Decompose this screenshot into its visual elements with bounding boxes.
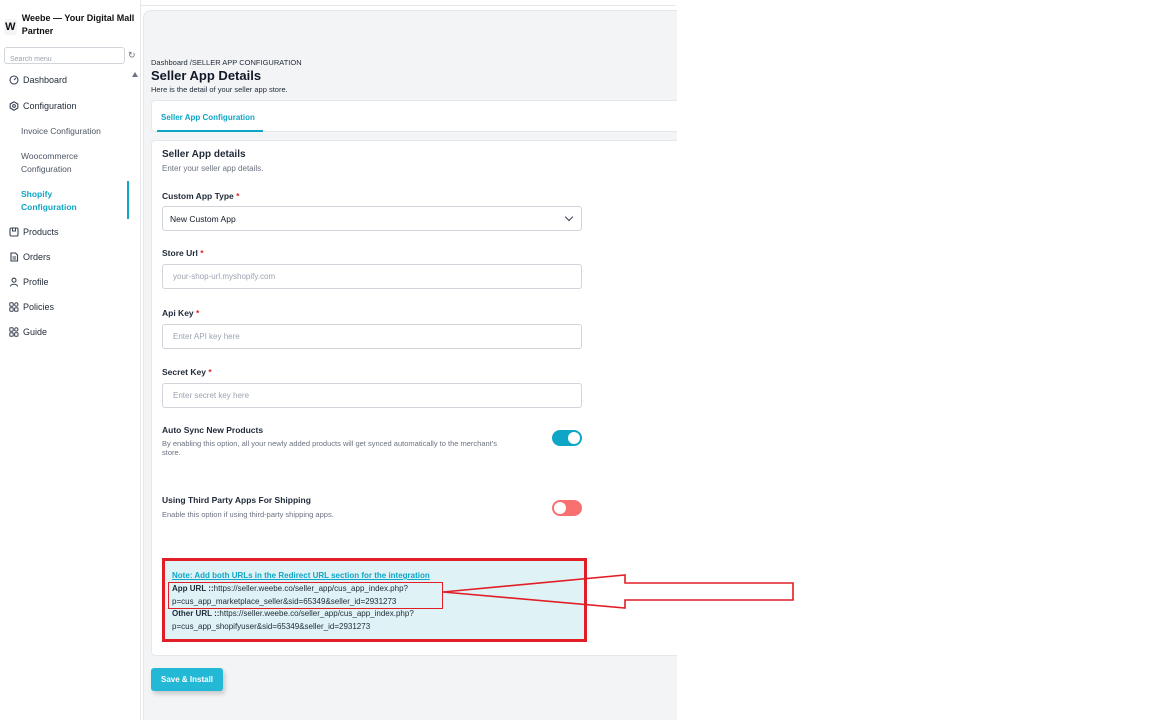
- sidebar-item-label: Orders: [23, 251, 51, 262]
- sidebar-item-label: Dashboard: [23, 74, 68, 85]
- brand: W Weebe — Your Digital Mall Partner: [4, 12, 138, 38]
- section-subtitle: Enter your seller app details.: [162, 164, 264, 173]
- sidebar-item-configuration[interactable]: Configuration: [8, 100, 77, 111]
- sidebar-subitem-invoice-configuration[interactable]: Invoice Configuration: [21, 125, 101, 138]
- active-indicator: [127, 181, 129, 219]
- secret-key-field: [162, 383, 582, 408]
- refresh-icon[interactable]: ↻: [128, 50, 136, 61]
- label-text: Custom App Type: [162, 191, 234, 201]
- sidebar-item-dashboard[interactable]: Dashboard: [8, 74, 67, 85]
- auto-sync-toggle[interactable]: [552, 430, 582, 446]
- user-icon: [8, 276, 19, 287]
- label-text: Api Key: [162, 308, 194, 318]
- sidebar-item-policies[interactable]: Policies: [8, 301, 54, 312]
- auto-sync-title: Auto Sync New Products: [162, 425, 264, 435]
- sidebar-item-label: Profile: [23, 276, 49, 287]
- label-text: Store Url: [162, 248, 198, 258]
- tab-seller-app-configuration[interactable]: Seller App Configuration: [161, 113, 255, 122]
- required-marker: *: [208, 367, 212, 377]
- secret-key-input[interactable]: [163, 384, 581, 407]
- sidebar-item-label: Products: [23, 226, 59, 237]
- sidebar: W Weebe — Your Digital Mall Partner ↻ Da…: [0, 0, 141, 720]
- other-url-value-1: https://seller.weebe.co/seller_app/cus_a…: [219, 609, 414, 618]
- api-key-input[interactable]: [163, 325, 581, 348]
- store-url-input[interactable]: [163, 265, 581, 288]
- api-key-field: [162, 324, 582, 349]
- required-marker: *: [200, 248, 204, 258]
- brand-logo-icon[interactable]: W: [4, 19, 17, 35]
- auto-sync-description: By enabling this option, all your newly …: [162, 439, 497, 457]
- toggle-knob: [554, 502, 566, 514]
- store-url-field: [162, 264, 582, 289]
- grid-icon: [8, 326, 19, 337]
- scroll-up-icon[interactable]: [132, 72, 138, 77]
- grid-icon: [8, 301, 19, 312]
- sidebar-item-profile[interactable]: Profile: [8, 276, 49, 287]
- label-text: Secret Key: [162, 367, 206, 377]
- tabs-bar: Seller App Configuration: [151, 100, 677, 132]
- chevron-down-icon: [564, 212, 574, 222]
- sidebar-subitem-shopify-configuration[interactable]: Shopify Configuration: [21, 188, 91, 214]
- api-key-label: Api Key *: [162, 308, 199, 318]
- note-title: Note: Add both URLs in the Redirect URL …: [172, 571, 430, 580]
- breadcrumb: Dashboard /SELLER APP CONFIGURATION: [151, 58, 302, 67]
- secret-key-label: Secret Key *: [162, 367, 212, 377]
- other-url-label: Other URL ::: [172, 609, 220, 618]
- tab-active-underline: [157, 130, 263, 132]
- required-marker: *: [196, 308, 200, 318]
- third-party-shipping-toggle[interactable]: [552, 500, 582, 516]
- third-party-shipping-description: Enable this option if using third-party …: [162, 510, 334, 519]
- sidebar-item-products[interactable]: Products: [8, 226, 59, 237]
- search-menu: [4, 47, 125, 67]
- sidebar-item-orders[interactable]: Orders: [8, 251, 51, 262]
- required-marker: *: [236, 191, 240, 201]
- page-title: Seller App Details: [151, 68, 262, 83]
- custom-app-type-select[interactable]: New Custom App: [162, 206, 582, 231]
- dashboard-icon: [8, 74, 19, 85]
- sidebar-subitem-woocommerce-configuration[interactable]: Woocommerce Configuration: [21, 150, 111, 176]
- box-icon: [8, 226, 19, 237]
- other-url-value-2: p=cus_app_shopifyuser&sid=65349&seller_i…: [172, 622, 371, 631]
- app-url-highlight: [168, 582, 443, 609]
- select-value: New Custom App: [170, 214, 236, 224]
- sidebar-item-label: Configuration: [23, 100, 77, 111]
- search-menu-input[interactable]: [5, 52, 124, 67]
- sidebar-item-label: Policies: [23, 301, 55, 312]
- store-url-label: Store Url *: [162, 248, 204, 258]
- save-install-button[interactable]: Save & Install: [151, 668, 223, 691]
- sidebar-item-guide[interactable]: Guide: [8, 326, 47, 337]
- brand-name: Weebe — Your Digital Mall Partner: [21, 13, 135, 36]
- third-party-shipping-title: Using Third Party Apps For Shipping: [162, 495, 311, 505]
- custom-app-type-label: Custom App Type *: [162, 191, 239, 201]
- section-title: Seller App details: [162, 149, 246, 160]
- settings-icon: [8, 100, 19, 111]
- page-subtitle: Here is the detail of your seller app st…: [151, 85, 288, 94]
- toggle-knob: [568, 432, 580, 444]
- sidebar-item-label: Guide: [23, 326, 48, 337]
- app-root: W Weebe — Your Digital Mall Partner ↻ Da…: [0, 0, 1152, 720]
- other-url-line-1: Other URL ::https://seller.weebe.co/sell…: [172, 608, 414, 620]
- top-strip: [96, 0, 676, 6]
- document-icon: [8, 251, 19, 262]
